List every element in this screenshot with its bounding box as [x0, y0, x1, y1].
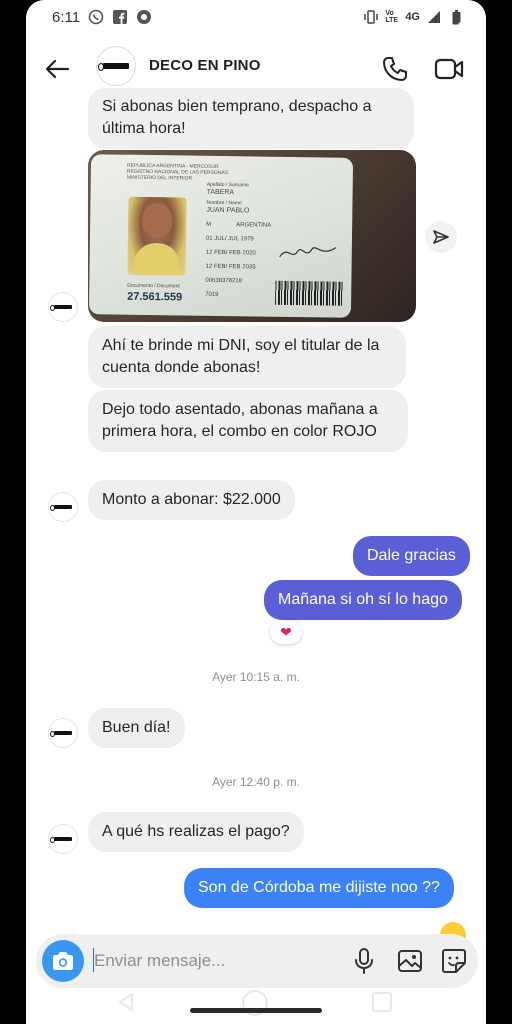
nav-back-icon[interactable] — [116, 992, 136, 1012]
message-text: Dejo todo asentado, abonas mañana a prim… — [102, 401, 378, 440]
id-issue-date: 12 FEB/ FEB 2020 — [205, 249, 256, 257]
brand-logo — [98, 63, 129, 71]
nav-recents-button[interactable] — [372, 992, 392, 1012]
sticker-icon — [442, 949, 466, 973]
outgoing-message[interactable]: Mañana si oh sí lo hago — [264, 580, 462, 620]
id-name: JUAN PABLO — [206, 206, 250, 215]
id-document-label: Documento / Document — [127, 282, 180, 290]
brand-logo — [50, 731, 72, 737]
timestamp: Ayer 10:15 a. m. — [212, 670, 300, 684]
signal-icon — [426, 9, 442, 25]
back-button[interactable] — [40, 52, 74, 86]
message-text: Dale gracias — [367, 547, 456, 564]
gallery-button[interactable] — [396, 947, 424, 975]
image-message[interactable]: REPUBLICA ARGENTINA - MERCOSUR REGISTRO … — [88, 150, 416, 322]
message-text: Monto a abonar: $22.000 — [102, 491, 281, 508]
video-camera-icon — [434, 58, 464, 80]
camera-button[interactable] — [42, 940, 84, 982]
incoming-message[interactable]: Dejo todo asentado, abonas mañana a prim… — [88, 390, 408, 452]
sender-avatar[interactable] — [48, 492, 78, 522]
message-text: Son de Córdoba me dijiste noo ?? — [198, 879, 440, 896]
id-card-photo: REPUBLICA ARGENTINA - MERCOSUR REGISTRO … — [88, 154, 354, 318]
share-arrow-icon — [433, 230, 449, 244]
incoming-message[interactable]: Buen día! — [88, 708, 185, 748]
message-text: Si abonas bien temprano, despacho a últi… — [102, 98, 372, 137]
app-notification-icon — [136, 9, 152, 25]
message-text: Mañana si oh sí lo hago — [278, 591, 448, 608]
message-text: A qué hs realizas el pago? — [102, 823, 290, 840]
timestamp: Ayer 12:40 p. m. — [212, 775, 300, 789]
id-document-number: 27.561.559 — [127, 290, 183, 304]
overlay-close-button[interactable] — [456, 20, 486, 56]
status-bar: 6:11 Vo LTE 4G — [26, 0, 486, 34]
gallery-icon — [398, 950, 422, 972]
incoming-message[interactable]: Monto a abonar: $22.000 — [88, 480, 295, 520]
back-arrow-icon — [45, 59, 70, 79]
share-button[interactable] — [425, 221, 457, 253]
outgoing-message[interactable]: Dale gracias — [353, 536, 470, 576]
incoming-message[interactable]: Si abonas bien temprano, despacho a últi… — [88, 88, 414, 149]
phone-icon — [383, 57, 407, 81]
close-icon — [458, 22, 486, 52]
facebook-icon — [112, 9, 128, 25]
network-indicator: 4G — [405, 11, 420, 23]
system-nav-bar — [26, 990, 486, 1024]
phone-screen: 6:11 Vo LTE 4G DECO EN PINO Si abonas bi… — [26, 0, 486, 1024]
incoming-message[interactable]: A qué hs realizas el pago? — [88, 812, 304, 852]
whatsapp-icon — [88, 9, 104, 25]
id-extra-year: 7019 — [205, 291, 219, 298]
home-indicator[interactable] — [190, 1008, 322, 1013]
volte-indicator: Vo LTE — [385, 10, 399, 24]
brand-logo — [50, 837, 72, 843]
id-birth-date: 01 JUL/ JUL 1979 — [205, 235, 254, 243]
id-portrait — [127, 196, 187, 276]
camera-icon — [53, 952, 73, 970]
id-barcode — [275, 280, 344, 306]
sender-avatar[interactable] — [48, 824, 78, 854]
incoming-message[interactable]: Ahí te brinde mi DNI, soy el titular de … — [88, 326, 406, 388]
voice-call-button[interactable] — [378, 52, 412, 86]
id-surname-label: Apellido / Surname — [206, 181, 250, 189]
id-surname: TABERA — [206, 188, 235, 197]
brand-logo — [50, 505, 72, 511]
microphone-icon — [355, 948, 373, 974]
contact-name[interactable]: DECO EN PINO — [149, 57, 261, 74]
message-text: Ahí te brinde mi DNI, soy el titular de … — [102, 337, 380, 376]
message-input[interactable] — [94, 948, 324, 974]
heart-icon: ❤ — [280, 623, 292, 640]
outgoing-message[interactable]: Son de Córdoba me dijiste noo ?? — [184, 868, 454, 908]
heart-reaction[interactable]: ❤ — [270, 620, 302, 644]
id-header: REPUBLICA ARGENTINA - MERCOSUR REGISTRO … — [127, 163, 228, 182]
id-sex: M — [206, 221, 212, 228]
sticker-button[interactable] — [440, 947, 468, 975]
id-expiry-date: 12 FEB/ FEB 2035 — [205, 263, 256, 271]
status-time: 6:11 — [52, 8, 81, 26]
id-nationality: ARGENTINA — [236, 222, 272, 229]
status-left: 6:11 — [52, 9, 152, 26]
signature-mark — [279, 247, 337, 258]
contact-avatar[interactable] — [96, 46, 136, 86]
id-name-label: Nombre / Name — [206, 199, 242, 207]
id-extra-code: 00638378218 — [205, 277, 243, 285]
message-composer — [36, 934, 478, 988]
sender-avatar[interactable] — [48, 718, 78, 748]
brand-logo — [50, 305, 72, 311]
message-text: Buen día! — [102, 719, 171, 736]
vibrate-icon — [363, 9, 379, 25]
sender-avatar[interactable] — [48, 292, 78, 322]
voice-message-button[interactable] — [350, 947, 378, 975]
video-call-button[interactable] — [432, 52, 466, 86]
status-right: Vo LTE 4G — [363, 9, 464, 25]
